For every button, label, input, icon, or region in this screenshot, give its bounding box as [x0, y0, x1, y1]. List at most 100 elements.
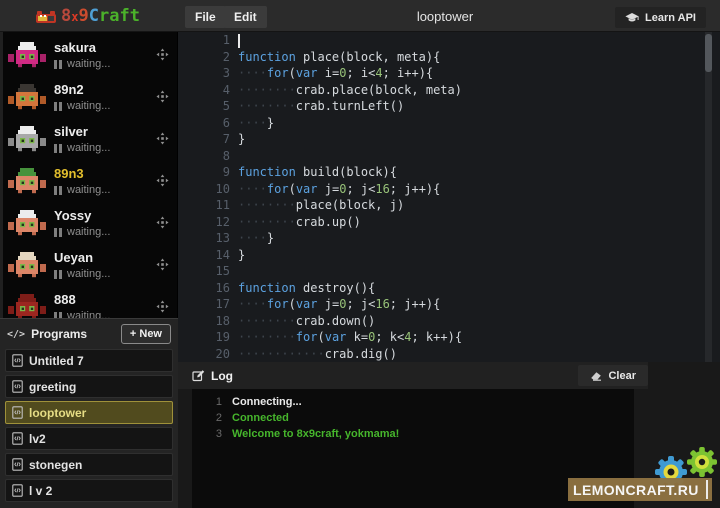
code-line: 15 — [178, 263, 720, 280]
crab-avatar — [8, 294, 46, 318]
logo-letter: x — [71, 5, 78, 29]
line-source: } — [238, 131, 245, 148]
code-line: 4········crab.place(block, meta) — [178, 82, 720, 99]
player-list-item[interactable]: silver waiting... — [0, 120, 178, 162]
watermark-cursor — [706, 480, 708, 499]
program-name: Untitled 7 — [29, 354, 84, 368]
line-source: function build(block){ — [238, 164, 397, 181]
pause-icon — [54, 186, 62, 195]
program-name: l v 2 — [29, 484, 52, 498]
code-line: 18········crab.down() — [178, 313, 720, 330]
player-list-item[interactable]: Ueyan waiting... — [0, 246, 178, 288]
line-number: 15 — [178, 263, 230, 280]
player-status: waiting... — [54, 184, 110, 196]
program-name: stonegen — [29, 458, 82, 472]
pause-icon — [54, 60, 62, 69]
code-line: 10····for(var j=0; j<16; j++){ — [178, 181, 720, 198]
locate-move-icon[interactable] — [156, 258, 169, 271]
player-status-label: waiting... — [67, 58, 110, 70]
player-status: waiting... — [54, 100, 110, 112]
new-program-button[interactable]: + New — [121, 324, 171, 344]
player-status: waiting... — [54, 268, 110, 280]
program-list-item[interactable]: looptower — [5, 401, 173, 424]
program-list-item[interactable]: l v 2 — [5, 479, 173, 502]
locate-move-icon[interactable] — [156, 300, 169, 313]
line-number: 20 — [178, 346, 230, 363]
line-number: 16 — [178, 280, 230, 297]
code-line: 20············crab.dig() — [178, 346, 720, 363]
line-number: 6 — [178, 115, 230, 132]
pause-icon — [54, 102, 62, 111]
code-line: 19········for(var k=0; k<4; k++){ — [178, 329, 720, 346]
code-line: 8 — [178, 148, 720, 165]
programs-panel: </> Programs + New Untitled 7 greeting — [0, 318, 178, 508]
logo-letter: t — [130, 4, 140, 28]
program-list-item[interactable]: greeting — [5, 375, 173, 398]
line-number: 5 — [178, 98, 230, 115]
program-list: Untitled 7 greeting looptower lv2 — [5, 349, 173, 502]
learn-api-button[interactable]: Learn API — [615, 7, 706, 28]
line-number: 12 — [178, 214, 230, 231]
code-line: 1 — [178, 32, 720, 49]
line-source: function place(block, meta){ — [238, 49, 440, 66]
app-root: 8x9Craft File Edit looptower Learn API — [0, 0, 720, 508]
player-list-item[interactable]: Yossy waiting... — [0, 204, 178, 246]
player-list-item[interactable]: 89n2 waiting... — [0, 78, 178, 120]
program-name: greeting — [29, 380, 76, 394]
text-cursor — [238, 34, 240, 48]
logo-letter: f — [119, 4, 129, 28]
crab-avatar — [8, 210, 46, 240]
line-source: ····} — [238, 230, 274, 247]
crab-avatar — [8, 84, 46, 114]
player-name: sakura — [54, 40, 110, 56]
code-editor[interactable]: 12function place(block, meta){3····for(v… — [178, 32, 720, 362]
crab-avatar — [8, 252, 46, 282]
locate-move-icon[interactable] — [156, 132, 169, 145]
editor-scrollbar-thumb[interactable] — [705, 34, 712, 72]
player-list-item[interactable]: sakura waiting... — [0, 36, 178, 78]
line-source: ····for(var i=0; i<4; i++){ — [238, 65, 433, 82]
script-file-icon — [12, 484, 23, 497]
logo-letter: C — [89, 4, 99, 28]
pencil-icon — [192, 369, 205, 382]
learn-api-label: Learn API — [645, 12, 696, 24]
line-number: 13 — [178, 230, 230, 247]
locate-move-icon[interactable] — [156, 216, 169, 229]
log-message: Connecting... — [232, 394, 302, 410]
player-status-label: waiting... — [67, 100, 110, 112]
logo-text: 8x9Craft — [61, 4, 140, 29]
watermark-text: LEMONCRAFT.RU — [573, 482, 699, 498]
programs-header: </> Programs + New — [5, 319, 173, 349]
program-name: looptower — [29, 406, 86, 420]
program-list-item[interactable]: Untitled 7 — [5, 349, 173, 372]
player-list-item[interactable]: 89n3 waiting... — [0, 162, 178, 204]
clear-log-button[interactable]: Clear — [578, 365, 648, 386]
locate-move-icon[interactable] — [156, 90, 169, 103]
program-list-item[interactable]: lv2 — [5, 427, 173, 450]
program-list-item[interactable]: stonegen — [5, 453, 173, 476]
eraser-icon — [590, 371, 602, 381]
player-status-label: waiting... — [67, 184, 110, 196]
locate-move-icon[interactable] — [156, 174, 169, 187]
player-status-label: waiting... — [67, 310, 110, 318]
log-message: Welcome to 8x9craft, yokmama! — [232, 426, 399, 442]
player-list-item[interactable]: 888 waiting... — [0, 288, 178, 318]
logo-letter: a — [109, 4, 119, 28]
script-file-icon — [12, 354, 23, 367]
logo-letter: 8 — [61, 4, 71, 28]
top-menu-bar: 8x9Craft File Edit looptower Learn API — [0, 0, 720, 32]
locate-move-icon[interactable] — [156, 48, 169, 61]
player-status-label: waiting... — [67, 268, 110, 280]
code-line: 7} — [178, 131, 720, 148]
graduation-cap-icon — [625, 13, 639, 23]
line-number: 8 — [178, 148, 230, 165]
player-status: waiting... — [54, 142, 110, 154]
code-line: 11········place(block, j) — [178, 197, 720, 214]
line-number: 9 — [178, 164, 230, 181]
code-line: 16function destroy(){ — [178, 280, 720, 297]
editor-scrollbar[interactable] — [705, 32, 712, 362]
code-line: 5········crab.turnLeft() — [178, 98, 720, 115]
pause-icon — [54, 228, 62, 237]
line-number: 10 — [178, 181, 230, 198]
program-name: lv2 — [29, 432, 46, 446]
